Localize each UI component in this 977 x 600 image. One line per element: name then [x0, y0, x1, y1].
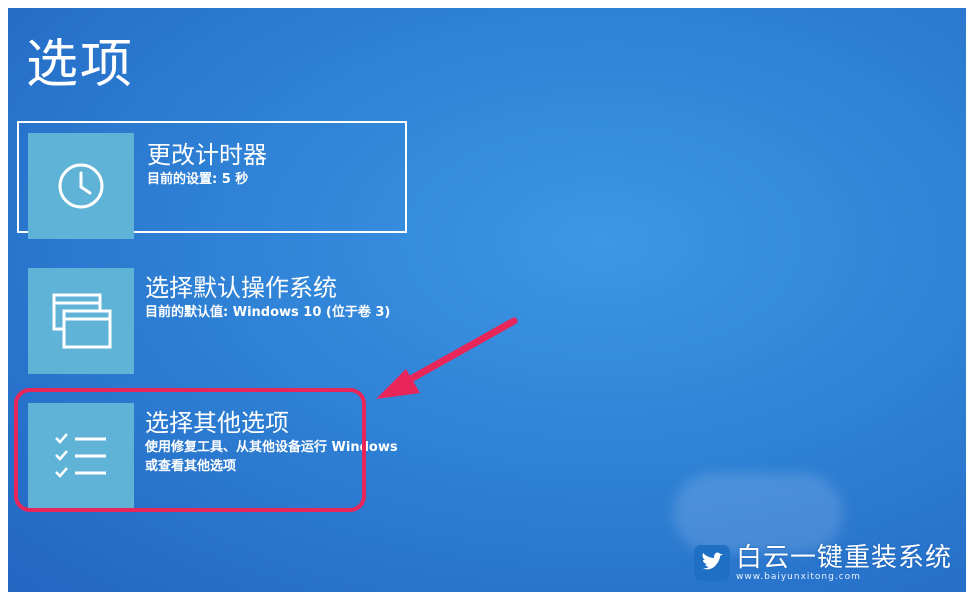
boot-options-screen: 选项 更改计时器 目前的设置: 5 秒 选择默认操作系统 目前的默认值: Win…: [8, 8, 966, 592]
option-tile: [28, 268, 134, 374]
twitter-bird-icon: [693, 545, 730, 581]
option-subtitle: 目前的默认值: Windows 10 (位于卷 3): [145, 305, 391, 320]
windows-stack-icon: [52, 293, 112, 349]
option-title: 更改计时器: [147, 141, 267, 169]
watermark: 白云一键重装系统 www.baiyunxitong.com: [693, 543, 952, 582]
option-default-os[interactable]: 选择默认操作系统 目前的默认值: Windows 10 (位于卷 3): [17, 256, 407, 374]
watermark-text: 白云一键重装系统: [735, 543, 952, 573]
option-tile: [28, 133, 134, 239]
option-title: 选择默认操作系统: [145, 274, 337, 302]
watermark-url: www.baiyunxitong.com: [735, 572, 861, 582]
highlight-annotation: [14, 388, 366, 512]
screen-glare: [673, 473, 843, 553]
clock-icon: [58, 163, 104, 209]
option-subtitle: 目前的设置: 5 秒: [147, 172, 249, 187]
page-title: 选项: [26, 35, 135, 95]
arrow-annotation: [376, 317, 518, 399]
option-change-timer[interactable]: 更改计时器 目前的设置: 5 秒: [17, 121, 407, 239]
